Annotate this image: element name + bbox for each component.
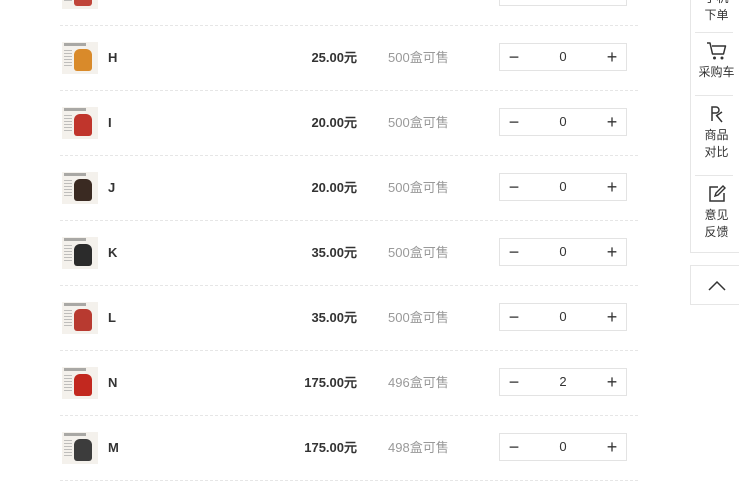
product-price: 20.00元 <box>311 180 357 195</box>
increase-button[interactable]: + <box>598 44 626 70</box>
product-name[interactable]: H <box>108 26 117 90</box>
quantity-input[interactable]: 0 <box>528 434 598 460</box>
product-thumbnail[interactable] <box>62 172 98 204</box>
back-to-top-button[interactable] <box>690 265 739 305</box>
product-name[interactable]: K <box>108 221 117 285</box>
quantity-input[interactable]: 0 <box>528 304 598 330</box>
chevron-up-icon <box>707 280 726 291</box>
product-row: M 175.00元 498盒可售 − 0 + <box>60 416 638 481</box>
product-price: 35.00元 <box>311 310 357 325</box>
compare-label-line1: 商品 <box>704 128 729 142</box>
stock-status: 500盒可售 <box>388 310 449 325</box>
sidebar-divider <box>695 32 733 33</box>
increase-button[interactable]: + <box>598 109 626 135</box>
product-price: 175.00元 <box>304 440 357 455</box>
decrease-button[interactable]: − <box>500 174 528 200</box>
quantity-input[interactable]: 0 <box>528 239 598 265</box>
compare-link[interactable]: 商品 对比 <box>691 104 739 161</box>
sidebar-divider <box>695 175 733 176</box>
mobile-order-label-line1: 手机 <box>691 0 739 7</box>
quantity-stepper: − 0 + <box>499 173 627 201</box>
product-row: − + <box>60 0 638 26</box>
stock-status: 500盒可售 <box>388 180 449 195</box>
mobile-order-label-line2: 下单 <box>704 8 729 22</box>
decrease-button[interactable]: − <box>500 0 528 5</box>
product-name[interactable]: L <box>108 286 116 350</box>
decrease-button[interactable]: − <box>500 434 528 460</box>
quantity-stepper: − 0 + <box>499 238 627 266</box>
quantity-input[interactable]: 2 <box>528 369 598 395</box>
quantity-input[interactable] <box>528 0 598 5</box>
increase-button[interactable]: + <box>598 369 626 395</box>
cart-label: 采购车 <box>698 65 735 79</box>
product-price: 25.00元 <box>311 50 357 65</box>
sidebar-divider <box>695 95 733 96</box>
feedback-link[interactable]: 意见 反馈 <box>691 184 739 241</box>
product-name[interactable]: M <box>108 416 119 480</box>
decrease-button[interactable]: − <box>500 304 528 330</box>
increase-button[interactable]: + <box>598 239 626 265</box>
quantity-input[interactable]: 0 <box>528 109 598 135</box>
quantity-input[interactable]: 0 <box>528 174 598 200</box>
product-price: 175.00元 <box>304 375 357 390</box>
quantity-stepper: − 0 + <box>499 433 627 461</box>
product-row: I 20.00元 500盒可售 − 0 + <box>60 91 638 156</box>
stock-status: 498盒可售 <box>388 440 449 455</box>
increase-button[interactable]: + <box>598 304 626 330</box>
product-thumbnail[interactable] <box>62 0 98 9</box>
product-thumbnail[interactable] <box>62 302 98 334</box>
stock-status: 496盒可售 <box>388 375 449 390</box>
decrease-button[interactable]: − <box>500 109 528 135</box>
quantity-stepper: − 0 + <box>499 303 627 331</box>
floating-sidebar: 手机 下单 采购车 商品 对比 意见 反馈 <box>690 0 739 253</box>
cart-link[interactable]: 采购车 <box>691 41 739 81</box>
product-row: H 25.00元 500盒可售 − 0 + <box>60 26 638 91</box>
mobile-order-link[interactable]: 手机 下单 <box>691 0 739 24</box>
product-thumbnail[interactable] <box>62 367 98 399</box>
product-row: N 175.00元 496盒可售 − 2 + <box>60 351 638 416</box>
decrease-button[interactable]: − <box>500 44 528 70</box>
increase-button[interactable]: + <box>598 174 626 200</box>
product-row: K 35.00元 500盒可售 − 0 + <box>60 221 638 286</box>
increase-button[interactable]: + <box>598 0 626 5</box>
quantity-stepper: − + <box>499 0 627 6</box>
product-row: J 20.00元 500盒可售 − 0 + <box>60 156 638 221</box>
decrease-button[interactable]: − <box>500 369 528 395</box>
stock-status: 500盒可售 <box>388 50 449 65</box>
stock-status: 500盒可售 <box>388 245 449 260</box>
product-thumbnail[interactable] <box>62 432 98 464</box>
quantity-stepper: − 0 + <box>499 108 627 136</box>
compare-icon <box>710 106 723 123</box>
product-price: 35.00元 <box>311 245 357 260</box>
product-thumbnail[interactable] <box>62 107 98 139</box>
feedback-label-line1: 意见 <box>704 208 729 222</box>
decrease-button[interactable]: − <box>500 239 528 265</box>
compare-label-line2: 对比 <box>704 145 729 159</box>
product-name[interactable]: J <box>108 156 115 220</box>
quantity-stepper: − 0 + <box>499 43 627 71</box>
increase-button[interactable]: + <box>598 434 626 460</box>
feedback-label-line2: 反馈 <box>704 225 729 239</box>
product-row: L 35.00元 500盒可售 − 0 + <box>60 286 638 351</box>
product-thumbnail[interactable] <box>62 42 98 74</box>
product-price: 20.00元 <box>311 115 357 130</box>
cart-icon <box>706 42 726 60</box>
product-list: − + H 25.00元 500盒可售 − 0 + I 20.00元 500盒可… <box>60 0 638 481</box>
product-name[interactable]: I <box>108 91 112 155</box>
edit-icon <box>708 185 726 202</box>
product-thumbnail[interactable] <box>62 237 98 269</box>
quantity-input[interactable]: 0 <box>528 44 598 70</box>
quantity-stepper: − 2 + <box>499 368 627 396</box>
product-name[interactable]: N <box>108 351 117 415</box>
stock-status: 500盒可售 <box>388 115 449 130</box>
